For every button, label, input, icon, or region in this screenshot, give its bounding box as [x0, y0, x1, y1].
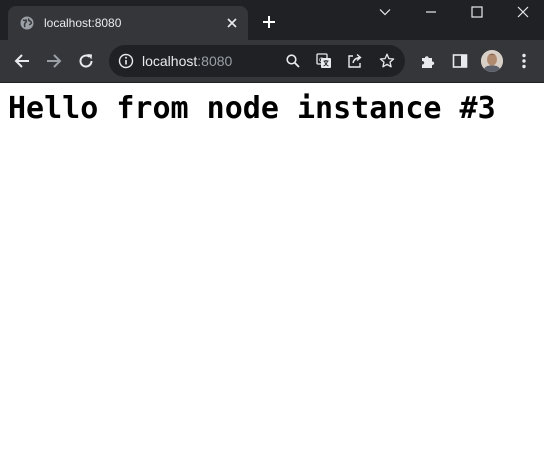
title-bar: localhost:8080	[0, 0, 544, 40]
arrow-right-icon[interactable]	[42, 49, 66, 73]
address-url[interactable]: localhost:8080	[142, 53, 232, 69]
tab-localhost[interactable]: localhost:8080	[8, 6, 248, 40]
svg-text:G: G	[319, 57, 324, 64]
close-icon[interactable]	[510, 2, 536, 22]
url-port: :8080	[197, 53, 233, 69]
extensions-puzzle-icon[interactable]	[416, 49, 440, 73]
chevron-down-icon[interactable]	[372, 2, 398, 22]
minimize-icon[interactable]	[418, 2, 444, 22]
page-heading: Hello from node instance #3	[8, 91, 496, 126]
search-icon[interactable]	[283, 51, 303, 71]
profile-avatar[interactable]	[481, 50, 503, 72]
side-panel-icon[interactable]	[448, 49, 472, 73]
maximize-icon[interactable]	[464, 2, 490, 22]
share-icon[interactable]	[345, 51, 365, 71]
tab-close-icon[interactable]	[224, 15, 240, 31]
info-icon[interactable]	[118, 53, 134, 69]
translate-icon[interactable]: G	[314, 51, 334, 71]
new-tab-plus-icon[interactable]	[260, 13, 278, 31]
more-vertical-icon[interactable]	[512, 49, 536, 73]
reload-icon[interactable]	[74, 49, 98, 73]
arrow-left-icon[interactable]	[10, 49, 34, 73]
browser-toolbar: localhost:8080 G	[0, 40, 544, 83]
globe-icon	[20, 16, 34, 30]
star-icon[interactable]	[377, 51, 397, 71]
tab-title: localhost:8080	[44, 16, 122, 30]
address-bar[interactable]: localhost:8080 G	[109, 45, 405, 77]
page-content: Hello from node instance #3	[0, 83, 544, 467]
url-host: localhost	[142, 53, 198, 69]
